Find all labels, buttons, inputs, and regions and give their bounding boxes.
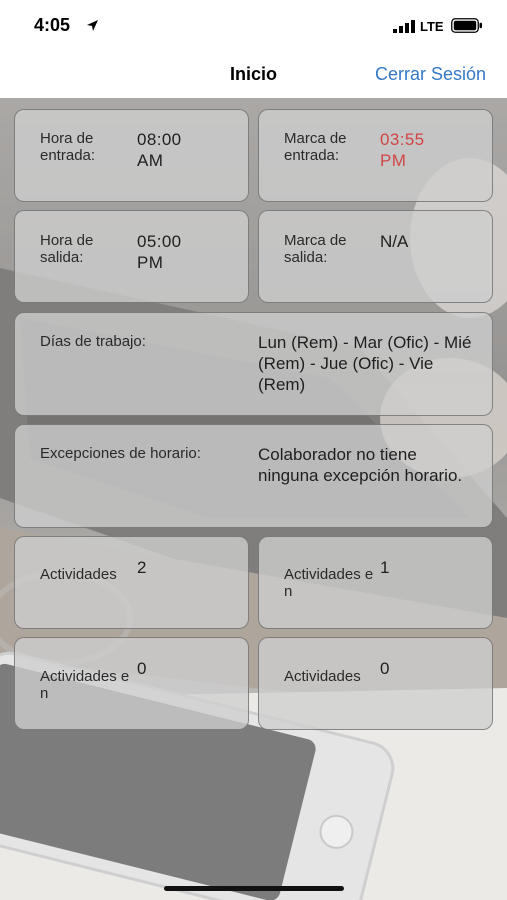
logout-button[interactable]: Cerrar Sesión xyxy=(375,64,486,85)
schedule-exceptions-value: Colaborador no tiene ninguna excepción h… xyxy=(258,445,463,485)
network-type: LTE xyxy=(420,19,444,34)
location-arrow-icon xyxy=(87,20,98,31)
activities-count-1: 2 xyxy=(137,558,147,577)
schedule-exceptions-card: Excepciones de horario: Colaborador no t… xyxy=(14,424,493,528)
activities-label-4: Actividades xyxy=(284,668,361,685)
status-bar: 4:05 LTE xyxy=(0,0,507,52)
entry-mark-card: Marca de entrada: 03:55 PM xyxy=(258,109,493,202)
schedule-exceptions-label: Excepciones de horario: xyxy=(40,445,201,462)
activities-card-2: Actividades en 1 xyxy=(258,536,493,629)
activities-label-3: Actividades en xyxy=(40,668,130,702)
activities-count-3: 0 xyxy=(137,659,147,678)
work-days-card: Días de trabajo: Lun (Rem) - Mar (Ofic) … xyxy=(14,312,493,416)
exit-time-card: Hora de salida: 05:00 PM xyxy=(14,210,249,303)
battery-icon xyxy=(451,18,482,33)
work-days-label: Días de trabajo: xyxy=(40,333,146,350)
exit-mark-card: Marca de salida: N/A xyxy=(258,210,493,303)
entry-time-value: 08:00 AM xyxy=(137,130,182,170)
activities-card-1: Actividades 2 xyxy=(14,536,249,629)
entry-time-card: Hora de entrada: 08:00 AM xyxy=(14,109,249,202)
exit-mark-label: Marca de salida: xyxy=(284,232,347,266)
activities-label-2: Actividades en xyxy=(284,566,374,600)
entry-mark-label: Marca de entrada: xyxy=(284,130,347,164)
exit-mark-value: N/A xyxy=(380,232,409,251)
activities-label-1: Actividades xyxy=(40,566,117,583)
activities-count-2: 1 xyxy=(380,558,390,577)
signal-icon xyxy=(393,20,415,33)
entry-time-label: Hora de entrada: xyxy=(40,130,96,164)
activities-card-3: Actividades en 0 xyxy=(14,637,249,730)
work-days-value: Lun (Rem) - Mar (Ofic) - Mié (Rem) - Jue… xyxy=(258,333,472,394)
navigation-bar: Inicio Cerrar Sesión xyxy=(0,52,507,98)
home-indicator[interactable] xyxy=(164,886,344,891)
activities-count-4: 0 xyxy=(380,659,390,678)
exit-time-value: 05:00 PM xyxy=(137,232,182,272)
activities-card-4: Actividades 0 xyxy=(258,637,493,730)
exit-time-label: Hora de salida: xyxy=(40,232,94,266)
status-time: 4:05 xyxy=(34,15,71,35)
entry-mark-value: 03:55 PM xyxy=(380,130,425,170)
